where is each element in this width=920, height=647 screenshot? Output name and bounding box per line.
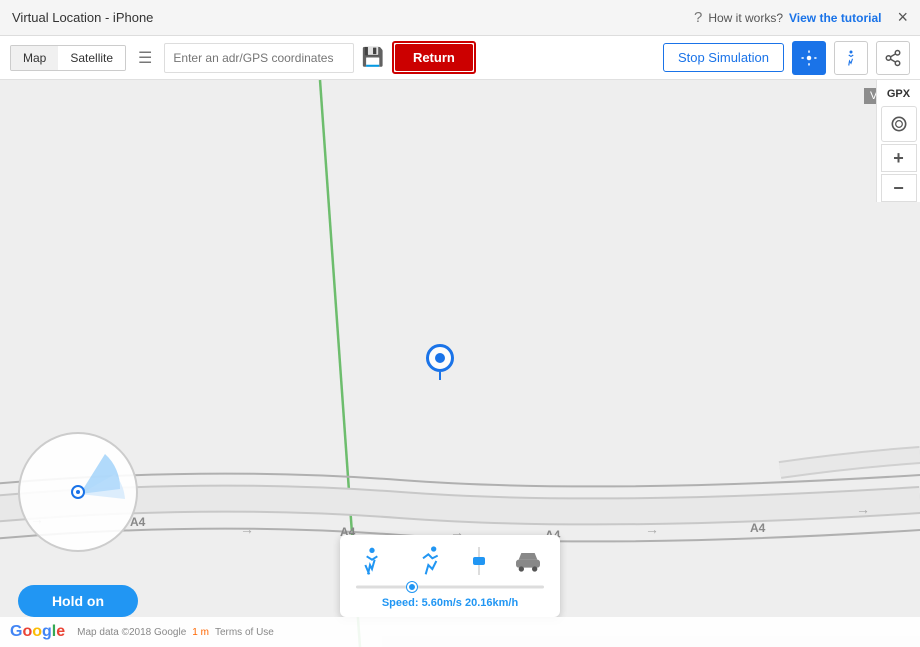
locate-icon-button[interactable]: [792, 41, 826, 75]
road-label-a4-4: A4: [750, 521, 765, 535]
stop-simulation-button[interactable]: Stop Simulation: [663, 43, 784, 72]
gpx-record-button[interactable]: [881, 106, 917, 142]
speed-panel: Speed: 5.60m/s 20.16km/h: [340, 535, 560, 617]
pin-stem: [439, 372, 441, 380]
toolbar: Map Satellite ☰ 💾 Return Stop Simulation: [0, 36, 920, 80]
compass-inner-dot: [76, 490, 80, 494]
road-arrow-2: →: [240, 521, 254, 537]
save-icon[interactable]: 💾: [362, 47, 384, 68]
title-bar: Virtual Location - iPhone ? How it works…: [0, 0, 920, 36]
road-arrow-5: →: [856, 501, 870, 517]
speed-value: 5.60m/s 20.16km/h: [422, 597, 519, 609]
coordinate-input[interactable]: [164, 43, 353, 73]
close-button[interactable]: ×: [897, 7, 908, 28]
record-icon: [889, 114, 909, 134]
list-icon[interactable]: ☰: [134, 48, 156, 68]
speed-slider-row[interactable]: [356, 583, 544, 591]
compass-center-dot: [71, 485, 85, 499]
map-area[interactable]: Ver 1.4.3 A4 A4 A4 A4 → → → → → GPX + −: [0, 80, 920, 647]
zoom-out-button[interactable]: −: [881, 174, 917, 202]
walk-icon: [842, 49, 860, 67]
help-icon[interactable]: ?: [694, 9, 702, 26]
satellite-tab[interactable]: Satellite: [58, 46, 125, 70]
speed-slider-track: [356, 586, 544, 589]
share-icon-button[interactable]: [876, 41, 910, 75]
map-tab[interactable]: Map: [11, 46, 58, 70]
terms-of-use[interactable]: Terms of Use: [215, 627, 274, 638]
speed-icons-row: [356, 545, 544, 577]
hold-on-button[interactable]: Hold on: [18, 585, 138, 617]
car-speed-icon: [512, 545, 544, 577]
speed-label: Speed:: [382, 597, 419, 609]
share-icon: [884, 49, 902, 67]
gpx-label: GPX: [887, 84, 910, 104]
location-pin: [426, 344, 454, 380]
compass-widget: [18, 432, 138, 552]
pin-outer-ring: [426, 344, 454, 372]
title-right: ? How it works? View the tutorial ×: [694, 7, 908, 28]
google-logo: Google: [10, 623, 65, 641]
walk-speed-icon: [356, 545, 388, 577]
zoom-in-button[interactable]: +: [881, 144, 917, 172]
return-button-wrapper: Return: [392, 41, 476, 74]
run-speed-icon: [415, 545, 447, 577]
walk-icon-button[interactable]: [834, 41, 868, 75]
speed-text: Speed: 5.60m/s 20.16km/h: [356, 597, 544, 609]
speed-slider-marker: [473, 547, 485, 575]
target-icon: [800, 49, 818, 67]
view-tutorial-link[interactable]: View the tutorial: [789, 11, 881, 25]
compass-circle: [18, 432, 138, 552]
road-arrow-4: →: [645, 521, 659, 537]
gpx-panel: GPX + −: [876, 80, 920, 202]
map-satellite-tabs: Map Satellite: [10, 45, 126, 71]
return-button[interactable]: Return: [395, 44, 473, 71]
bottom-bar: Google Map data ©2018 Google 1 m Terms o…: [0, 617, 920, 647]
map-copyright: Map data ©2018 Google: [77, 627, 186, 638]
pin-inner-dot: [435, 353, 445, 363]
window-title: Virtual Location - iPhone: [12, 10, 153, 25]
speed-slider-thumb[interactable]: [407, 582, 417, 592]
map-scale: 1 m: [192, 627, 209, 638]
how-it-works-text: How it works?: [708, 11, 783, 25]
